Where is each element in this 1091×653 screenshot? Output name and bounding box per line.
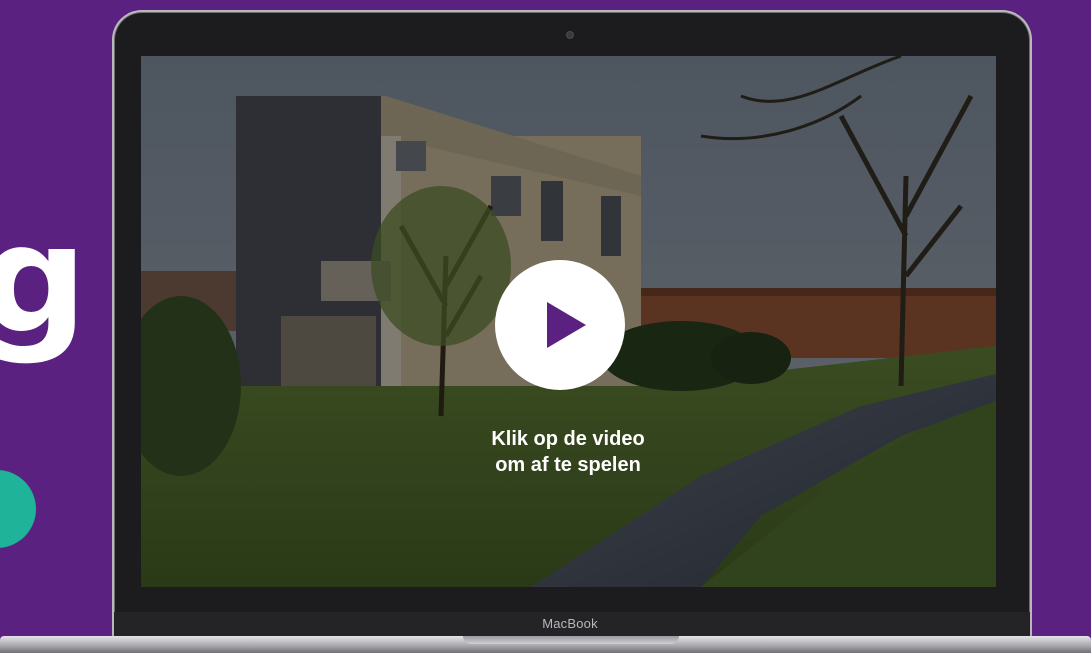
video-player[interactable]: Klik op de video om af te spelen bbox=[141, 56, 996, 587]
video-caption: Klik op de video om af te spelen bbox=[418, 426, 718, 478]
camera-icon bbox=[567, 32, 573, 38]
play-button[interactable] bbox=[495, 260, 625, 390]
laptop-brand-label: MacBook bbox=[542, 616, 598, 631]
accent-dot bbox=[0, 470, 36, 548]
cropped-heading-letter: g bbox=[0, 193, 88, 367]
caption-line-1: Klik op de video bbox=[491, 428, 645, 450]
play-icon bbox=[547, 302, 586, 348]
laptop-base-notch bbox=[463, 636, 679, 644]
page-canvas: g Klik op de video om af te spelen MacBo… bbox=[0, 0, 1091, 653]
caption-line-2: om af te spelen bbox=[495, 454, 641, 476]
